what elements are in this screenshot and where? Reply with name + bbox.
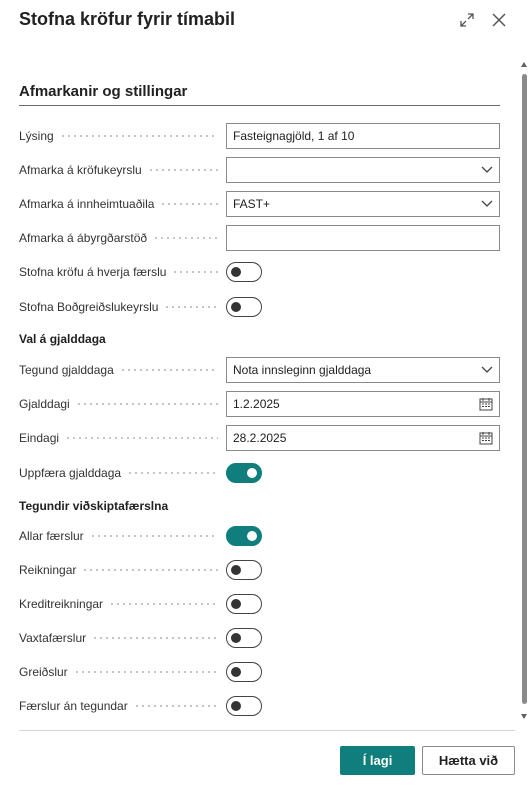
scrollbar-thumb[interactable]: [522, 74, 527, 704]
cancel-button[interactable]: Hætta við: [422, 746, 515, 775]
due-group-title: Val á gjalddaga: [19, 332, 106, 346]
responsibility-center-label: Afmarka á ábyrgðarstöð: [19, 231, 226, 245]
due-date-type-select[interactable]: Nota innsleginn gjalddaga: [226, 357, 500, 383]
payment-service-label: Stofna Boðgreiðslukeyrslu: [19, 300, 226, 314]
chevron-down-icon: [481, 366, 493, 373]
collection-party-label: Afmarka á innheimtuaðila: [19, 197, 226, 211]
no-type-label: Færslur án tegundar: [19, 699, 226, 713]
credit-memos-toggle[interactable]: [226, 594, 262, 614]
row-update-due: Uppfæra gjalddaga: [19, 460, 500, 486]
payments-label: Greiðslur: [19, 665, 226, 679]
entry-types-title: Tegundir viðskiptafærslna: [19, 499, 169, 513]
no-type-toggle[interactable]: [226, 696, 262, 716]
payments-toggle[interactable]: [226, 662, 262, 682]
calendar-icon[interactable]: [479, 431, 493, 445]
close-icon[interactable]: [489, 10, 509, 30]
due-date-input[interactable]: 1.2.2025: [226, 391, 500, 417]
responsibility-center-input[interactable]: [226, 225, 500, 251]
footer-divider: [19, 730, 515, 731]
row-final-date: Eindagi 28.2.2025: [19, 425, 500, 451]
due-date-type-label: Tegund gjalddaga: [19, 363, 226, 377]
row-invoices: Reikningar: [19, 557, 500, 583]
row-due-date-type: Tegund gjalddaga Nota innsleginn gjaldda…: [19, 357, 500, 383]
description-label: Lýsing: [19, 129, 226, 143]
row-claim-batch: Afmarka á kröfukeyrslu: [19, 157, 500, 183]
scroll-up-icon[interactable]: [520, 60, 528, 68]
claim-per-entry-toggle[interactable]: [226, 262, 262, 282]
scrollbar[interactable]: [520, 60, 528, 720]
collection-party-select[interactable]: FAST+: [226, 191, 500, 217]
claim-batch-label: Afmarka á kröfukeyrslu: [19, 163, 226, 177]
due-date-label: Gjalddagi: [19, 397, 226, 411]
description-input[interactable]: Fasteignagjöld, 1 af 10: [226, 123, 500, 149]
update-due-label: Uppfæra gjalddaga: [19, 466, 226, 480]
chevron-down-icon: [481, 166, 493, 173]
section-title: Afmarkanir og stillingar: [19, 83, 500, 106]
final-date-input[interactable]: 28.2.2025: [226, 425, 500, 451]
expand-icon[interactable]: [457, 10, 477, 30]
claim-batch-select[interactable]: [226, 157, 500, 183]
row-description: Lýsing Fasteignagjöld, 1 af 10: [19, 123, 500, 149]
row-due-date: Gjalddagi 1.2.2025: [19, 391, 500, 417]
row-collection-party: Afmarka á innheimtuaðila FAST+: [19, 191, 500, 217]
payment-service-toggle[interactable]: [226, 297, 262, 317]
ok-button[interactable]: Í lagi: [340, 746, 415, 775]
row-claim-per-entry: Stofna kröfu á hverja færslu: [19, 259, 500, 285]
all-entries-label: Allar færslur: [19, 529, 226, 543]
row-payment-service: Stofna Boðgreiðslukeyrslu: [19, 294, 500, 320]
dialog-title: Stofna kröfur fyrir tímabil: [19, 9, 236, 29]
invoices-toggle[interactable]: [226, 560, 262, 580]
all-entries-toggle[interactable]: [226, 526, 262, 546]
claim-per-entry-label: Stofna kröfu á hverja færslu: [19, 265, 226, 279]
credit-memos-label: Kreditreikningar: [19, 597, 226, 611]
row-all-entries: Allar færslur: [19, 523, 500, 549]
final-date-label: Eindagi: [19, 431, 226, 445]
chevron-down-icon: [481, 200, 493, 207]
scroll-down-icon[interactable]: [520, 712, 528, 720]
interest-label: Vaxtafærslur: [19, 631, 226, 645]
invoices-label: Reikningar: [19, 563, 226, 577]
row-responsibility-center: Afmarka á ábyrgðarstöð: [19, 225, 500, 251]
row-payments: Greiðslur: [19, 659, 500, 685]
update-due-toggle[interactable]: [226, 463, 262, 483]
row-interest: Vaxtafærslur: [19, 625, 500, 651]
row-no-type: Færslur án tegundar: [19, 693, 500, 719]
interest-toggle[interactable]: [226, 628, 262, 648]
row-credit-memos: Kreditreikningar: [19, 591, 500, 617]
calendar-icon[interactable]: [479, 397, 493, 411]
